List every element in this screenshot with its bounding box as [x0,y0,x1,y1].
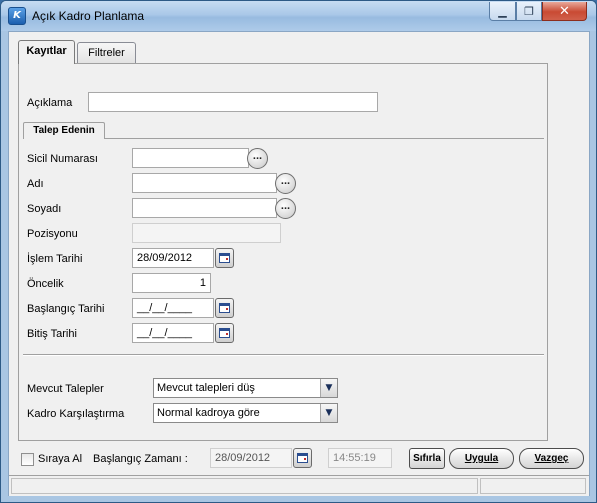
bitis-tarihi-label: Bitiş Tarihi [27,328,77,340]
aciklama-input[interactable] [88,92,378,112]
islem-tarihi-label: İşlem Tarihi [27,253,83,265]
soyadi-lookup-button[interactable]: ... [275,198,296,219]
baslangic-tarihi-calendar-icon[interactable] [215,298,234,318]
sicil-label: Sicil Numarası [27,153,98,165]
kadro-karsilastirma-label: Kadro Karşılaştırma [27,408,125,420]
kadro-karsilastirma-select[interactable]: Normal kadroya göre ▼ [153,403,338,423]
section-divider [23,354,544,356]
adi-lookup-button[interactable]: ... [275,173,296,194]
sicil-input[interactable] [132,148,249,168]
islem-tarihi-input[interactable]: 28/09/2012 [132,248,214,268]
mevcut-talepler-value: Mevcut talepleri düş [157,382,255,394]
kayitlar-panel: Açıklama Talep Edenin Sicil Numarası ...… [18,63,548,441]
aciklama-label: Açıklama [27,97,73,109]
chevron-down-icon[interactable]: ▼ [320,379,337,397]
baslangic-zamani-time-input[interactable]: 14:55:19 [328,448,392,468]
app-logo-icon: K [8,7,26,25]
chevron-down-icon[interactable]: ▼ [320,404,337,422]
pozisyonu-label: Pozisyonu [27,228,78,240]
tab-kayitlar[interactable]: Kayıtlar [18,40,75,64]
mevcut-talepler-label: Mevcut Talepler [27,383,104,395]
client-area: Kayıtlar Filtreler Açıklama Talep Edenin… [8,31,590,496]
main-window: K Açık Kadro Planlama ▁ ❐ ✕ Kayıtlar Fil… [0,0,597,503]
soyadi-label: Soyadı [27,203,62,215]
minimize-button[interactable]: ▁ [489,2,516,21]
adi-label: Adı [27,178,44,190]
sicil-lookup-button[interactable]: ... [247,148,268,169]
talep-edenin-tab[interactable]: Talep Edenin [23,122,105,139]
islem-tarihi-calendar-icon[interactable] [215,248,234,268]
status-pane-main [11,478,478,494]
oncelik-label: Öncelik [27,278,64,290]
baslangic-zamani-calendar-icon[interactable] [293,448,312,468]
bitis-tarihi-calendar-icon[interactable] [215,323,234,343]
mevcut-talepler-select[interactable]: Mevcut talepleri düş ▼ [153,378,338,398]
kadro-karsilastirma-value: Normal kadroya göre [157,407,260,419]
baslangic-zamani-date-input[interactable]: 28/09/2012 [210,448,292,468]
status-bar [9,475,589,496]
soyadi-input[interactable] [132,198,277,218]
baslangic-tarihi-label: Başlangıç Tarihi [27,303,105,315]
window-title: Açık Kadro Planlama [32,9,145,23]
pozisyonu-input [132,223,281,243]
tab-filtreler[interactable]: Filtreler [77,42,136,64]
bitis-tarihi-input[interactable]: __/__/____ [132,323,214,343]
uygula-button[interactable]: Uygula [449,448,514,469]
sifirla-button[interactable]: Sıfırla [409,448,445,469]
siraya-al-checkbox[interactable] [21,453,34,466]
baslangic-zamani-label: Başlangıç Zamanı : [93,453,188,465]
oncelik-input[interactable]: 1 [132,273,211,293]
siraya-al-label: Sıraya Al [38,453,83,465]
status-pane-right [480,478,586,494]
maximize-button[interactable]: ❐ [516,2,542,21]
baslangic-tarihi-input[interactable]: __/__/____ [132,298,214,318]
adi-input[interactable] [132,173,277,193]
vazgec-button[interactable]: Vazgeç [519,448,584,469]
title-bar[interactable]: K Açık Kadro Planlama ▁ ❐ ✕ [1,1,596,31]
close-button[interactable]: ✕ [542,2,587,21]
